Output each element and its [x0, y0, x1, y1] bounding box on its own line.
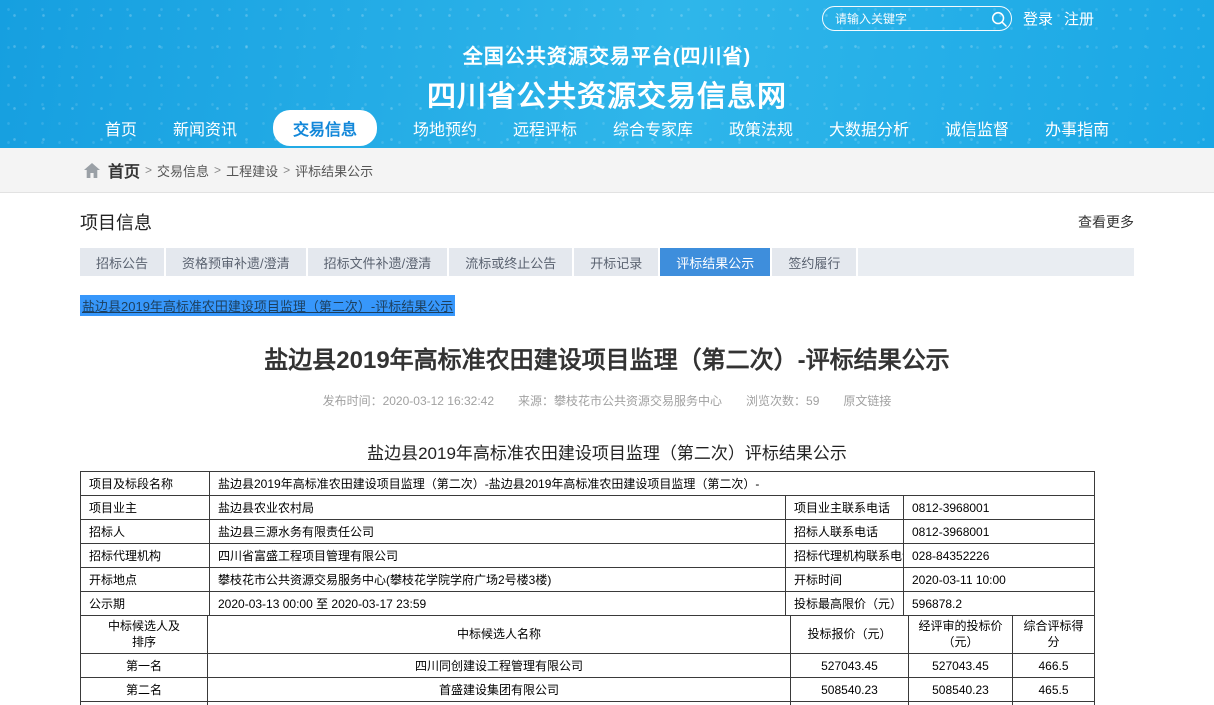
breadcrumb-result-publicity[interactable]: 评标结果公示 [295, 161, 373, 180]
info-value: 2020-03-13 00:00 至 2020-03-17 23:59 [210, 592, 786, 616]
candidate-bid: 508540.23 [791, 678, 909, 702]
nav-item-trade-info[interactable]: 交易信息 [273, 110, 377, 146]
tab-bid-opening-record[interactable]: 开标记录 [574, 248, 660, 276]
tab-strip-filler [858, 248, 1134, 276]
table-row: 招标人 盐边县三源水务有限责任公司 招标人联系电话 0812-3968001 [81, 520, 1095, 544]
candidate-name: 四川同创建设工程管理有限公司 [208, 654, 791, 678]
table-row: 开标地点 攀枝花市公共资源交易服务中心(攀枝花学院学府广场2号楼3楼) 开标时间… [81, 568, 1095, 592]
info-label: 公示期 [81, 592, 210, 616]
nav-item-news[interactable]: 新闻资讯 [173, 116, 237, 140]
nav-item-home[interactable]: 首页 [105, 116, 137, 140]
tab-contract-performance[interactable]: 签约履行 [772, 248, 858, 276]
breadcrumb: 首页 > 交易信息 > 工程建设 > 评标结果公示 [0, 148, 1214, 193]
main-content: 项目信息 查看更多 招标公告 资格预审补遗/澄清 招标文件补遗/澄清 流标或终止… [0, 193, 1214, 705]
selected-announcement-link[interactable]: 盐边县2019年高标准农田建设项目监理（第二次）-评标结果公示 [80, 295, 455, 316]
col-header-score: 综合评标得分 [1013, 616, 1095, 654]
project-info-table: 项目及标段名称 盐边县2019年高标准农田建设项目监理（第二次）-盐边县2019… [80, 471, 1095, 616]
info-value: 攀枝花市公共资源交易服务中心(攀枝花学院学府广场2号楼3楼) [210, 568, 786, 592]
info-label: 招标人 [81, 520, 210, 544]
nav-item-remote-evaluation[interactable]: 远程评标 [513, 116, 577, 140]
info-label: 项目业主 [81, 496, 210, 520]
breadcrumb-separator: > [145, 163, 152, 177]
info-value: 028-84352226 [904, 544, 1095, 568]
tab-failed-or-terminated[interactable]: 流标或终止公告 [449, 248, 574, 276]
site-supertitle: 全国公共资源交易平台(四川省) [0, 40, 1214, 69]
nav-item-guide[interactable]: 办事指南 [1045, 116, 1109, 140]
info-value: 0812-3968001 [904, 520, 1095, 544]
page: 登录 注册 全国公共资源交易平台(四川省) 四川省公共资源交易信息网 首页 新闻… [0, 0, 1214, 705]
candidate-score: 466.5 [1013, 654, 1095, 678]
info-label: 项目业主联系电话 [786, 496, 904, 520]
view-more-link[interactable]: 查看更多 [1078, 212, 1134, 232]
publish-time: 发布时间：2020-03-12 16:32:42 [323, 392, 494, 409]
candidate-bid: 527043.45 [791, 654, 909, 678]
info-value: 盐边县三源水务有限责任公司 [210, 520, 786, 544]
tab-bid-announcement[interactable]: 招标公告 [80, 248, 166, 276]
info-value: 2020-03-11 10:00 [904, 568, 1095, 592]
col-header-evaluated: 经评审的投标价（元） [909, 616, 1013, 654]
breadcrumb-engineering[interactable]: 工程建设 [226, 161, 278, 180]
info-value: 596878.2 [904, 592, 1095, 616]
table-row: 项目及标段名称 盐边县2019年高标准农田建设项目监理（第二次）-盐边县2019… [81, 472, 1095, 496]
nav-item-expert-pool[interactable]: 综合专家库 [613, 116, 693, 140]
breadcrumb-separator: > [214, 163, 221, 177]
info-label: 招标代理机构联系电话 [786, 544, 904, 568]
nav-item-integrity[interactable]: 诚信监督 [945, 116, 1009, 140]
login-link[interactable]: 登录 [1023, 8, 1053, 29]
table-row: 项目业主 盐边县农业农村局 项目业主联系电话 0812-3968001 [81, 496, 1095, 520]
candidates-table: 中标候选人及排序 中标候选人名称 投标报价（元） 经评审的投标价（元） 综合评标… [80, 615, 1095, 705]
search-icon[interactable] [990, 10, 1008, 28]
candidate-rank: 第二名 [81, 678, 208, 702]
section-head: 项目信息 查看更多 [80, 193, 1134, 235]
info-value: 0812-3968001 [904, 496, 1095, 520]
candidate-evaluated: 527043.45 [909, 654, 1013, 678]
col-header-rank: 中标候选人及排序 [81, 616, 208, 654]
info-label: 项目及标段名称 [81, 472, 210, 496]
info-label: 招标代理机构 [81, 544, 210, 568]
main-nav: 首页 新闻资讯 交易信息 场地预约 远程评标 综合专家库 政策法规 大数据分析 … [0, 111, 1214, 145]
tab-evaluation-result[interactable]: 评标结果公示 [660, 248, 772, 276]
table-row: 公示期 2020-03-13 00:00 至 2020-03-17 23:59 … [81, 592, 1095, 616]
info-label: 招标人联系电话 [786, 520, 904, 544]
candidate-score: 465.5 [1013, 678, 1095, 702]
tab-bid-document-addendum[interactable]: 招标文件补遗/澄清 [308, 248, 450, 276]
site-title: 四川省公共资源交易信息网 [0, 73, 1214, 115]
nav-item-policies[interactable]: 政策法规 [729, 116, 793, 140]
nav-item-venue-booking[interactable]: 场地预约 [413, 116, 477, 140]
breadcrumb-separator: > [283, 163, 290, 177]
result-table-wrap: 项目及标段名称 盐边县2019年高标准农田建设项目监理（第二次）-盐边县2019… [80, 471, 1134, 705]
candidate-evaluated: 508540.23 [909, 678, 1013, 702]
tab-prequalification-addendum[interactable]: 资格预审补遗/澄清 [166, 248, 308, 276]
info-label: 开标时间 [786, 568, 904, 592]
original-link[interactable]: 原文链接 [843, 392, 891, 409]
tab-strip: 招标公告 资格预审补遗/澄清 招标文件补遗/澄清 流标或终止公告 开标记录 评标… [80, 248, 1134, 276]
article-title: 盐边县2019年高标准农田建设项目监理（第二次）-评标结果公示 [80, 340, 1134, 375]
view-count: 浏览次数：59 [746, 392, 819, 409]
result-table-title: 盐边县2019年高标准农田建设项目监理（第二次）评标结果公示 [80, 439, 1134, 464]
source: 来源：攀枝花市公共资源交易服务中心 [518, 392, 722, 409]
candidates-header-row: 中标候选人及排序 中标候选人名称 投标报价（元） 经评审的投标价（元） 综合评标… [81, 616, 1095, 654]
article-meta: 发布时间：2020-03-12 16:32:42 来源：攀枝花市公共资源交易服务… [80, 392, 1134, 409]
candidate-name: 首盛建设集团有限公司 [208, 678, 791, 702]
candidate-rank: 第一名 [81, 654, 208, 678]
col-header-bid: 投标报价（元） [791, 616, 909, 654]
candidate-row: 第二名 首盛建设集团有限公司 508540.23 508540.23 465.5 [81, 678, 1095, 702]
home-icon[interactable] [84, 163, 100, 178]
nav-item-bigdata[interactable]: 大数据分析 [829, 116, 909, 140]
register-link[interactable]: 注册 [1064, 8, 1094, 29]
info-value: 四川省富盛工程项目管理有限公司 [210, 544, 786, 568]
info-label: 开标地点 [81, 568, 210, 592]
section-title: 项目信息 [80, 209, 152, 235]
breadcrumb-home[interactable]: 首页 [108, 158, 140, 182]
search-box[interactable] [822, 6, 1012, 31]
site-header: 登录 注册 全国公共资源交易平台(四川省) 四川省公共资源交易信息网 首页 新闻… [0, 0, 1214, 148]
search-input[interactable] [835, 12, 990, 26]
breadcrumb-trade-info[interactable]: 交易信息 [157, 161, 209, 180]
info-value: 盐边县农业农村局 [210, 496, 786, 520]
info-value: 盐边县2019年高标准农田建设项目监理（第二次）-盐边县2019年高标准农田建设… [210, 472, 1095, 496]
info-label: 投标最高限价（元） [786, 592, 904, 616]
candidate-row: 第一名 四川同创建设工程管理有限公司 527043.45 527043.45 4… [81, 654, 1095, 678]
col-header-name: 中标候选人名称 [208, 616, 791, 654]
table-row: 招标代理机构 四川省富盛工程项目管理有限公司 招标代理机构联系电话 028-84… [81, 544, 1095, 568]
